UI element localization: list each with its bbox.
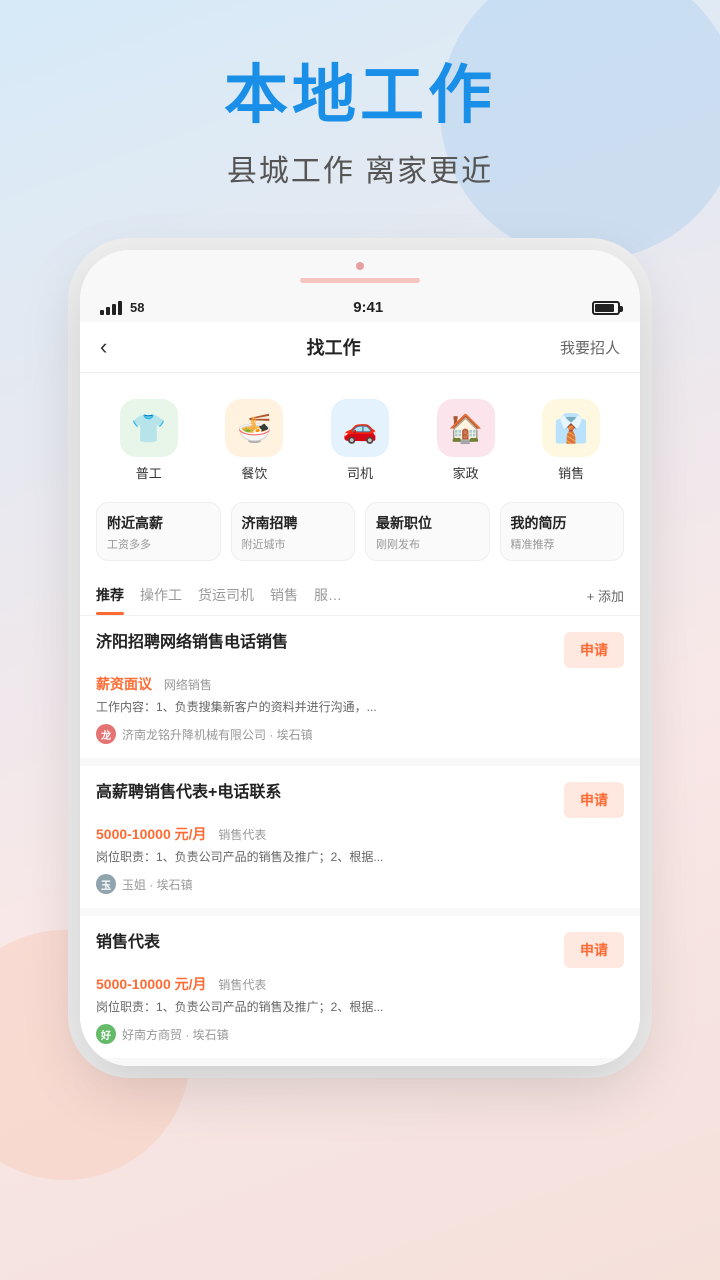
- job-salary-tag-2: 销售代表: [218, 828, 266, 842]
- job-salary-tag-1: 网络销售: [164, 678, 212, 692]
- company-avatar-2: 玉: [96, 874, 116, 894]
- job-card-3: 销售代表 申请 5000-10000 元/月 销售代表 岗位职责：1、负责公司产…: [80, 916, 640, 1066]
- quick-link-nearby-sub: 工资多多: [107, 536, 210, 552]
- quick-links: 附近高薪 工资多多 济南招聘 附近城市 最新职位 刚刚发布 我的简历 精准推荐: [80, 502, 640, 577]
- job-card-1-header: 济阳招聘网络销售电话销售 申请: [96, 632, 624, 668]
- battery-icon: [592, 301, 620, 315]
- quick-link-latest-sub: 刚刚发布: [376, 536, 479, 552]
- category-label-driver: 司机: [347, 463, 373, 482]
- job-salary-2: 5000-10000 元/月 销售代表: [96, 824, 624, 844]
- job-list: 济阳招聘网络销售电话销售 申请 薪资面议 网络销售 工作内容：1、负责搜集新客户…: [80, 616, 640, 1066]
- phone-dot: [356, 262, 364, 270]
- status-bar: 58 9:41: [80, 291, 640, 322]
- category-icon-general: 👕: [120, 399, 178, 457]
- job-card-3-header: 销售代表 申请: [96, 932, 624, 968]
- quick-link-jinan-sub: 附近城市: [242, 536, 345, 552]
- carrier-number: 58: [130, 300, 144, 315]
- job-card-2-header: 高薪聘销售代表+电话联系 申请: [96, 782, 624, 818]
- nav-bar: ‹ 找工作 我要招人: [80, 322, 640, 373]
- phone-mockup: 58 9:41 ‹ 找工作 我要招人 👕 普工: [80, 250, 640, 1066]
- quick-link-jinan[interactable]: 济南招聘 附近城市: [231, 502, 356, 561]
- signal-icon: [100, 301, 122, 315]
- quick-link-resume-sub: 精准推荐: [511, 536, 614, 552]
- job-salary-tag-3: 销售代表: [218, 978, 266, 992]
- status-time: 9:41: [353, 299, 383, 316]
- category-item-food[interactable]: 🍜 餐饮: [225, 399, 283, 482]
- nav-action-button[interactable]: 我要招人: [560, 337, 620, 358]
- category-icon-domestic: 🏠: [437, 399, 495, 457]
- category-row: 👕 普工 🍜 餐饮 🚗 司机 🏠 家政: [80, 389, 640, 502]
- job-title-2: 高薪聘销售代表+电话联系: [96, 782, 552, 804]
- category-item-sales[interactable]: 👔 销售: [542, 399, 600, 482]
- tab-add-button[interactable]: + 添加: [587, 586, 624, 615]
- company-avatar-1: 龙: [96, 724, 116, 744]
- quick-link-resume[interactable]: 我的简历 精准推荐: [500, 502, 625, 561]
- job-card-2: 高薪聘销售代表+电话联系 申请 5000-10000 元/月 销售代表 岗位职责…: [80, 766, 640, 916]
- tab-operator[interactable]: 操作工: [140, 585, 182, 615]
- phone-pill: [300, 278, 420, 283]
- job-company-1: 龙 济南龙铭升降机械有限公司 · 埃石镇: [96, 724, 624, 744]
- tabs-row: 推荐 操作工 货运司机 销售 服… + 添加: [80, 577, 640, 616]
- quick-link-nearby-title: 附近高薪: [107, 513, 210, 533]
- tab-service[interactable]: 服…: [314, 585, 342, 615]
- category-item-driver[interactable]: 🚗 司机: [331, 399, 389, 482]
- phone-mockup-wrapper: 58 9:41 ‹ 找工作 我要招人 👕 普工: [0, 250, 720, 1066]
- category-icon-food: 🍜: [225, 399, 283, 457]
- job-salary-1: 薪资面议 网络销售: [96, 674, 624, 694]
- category-label-sales: 销售: [558, 463, 584, 482]
- job-title-1: 济阳招聘网络销售电话销售: [96, 632, 552, 654]
- category-item-general[interactable]: 👕 普工: [120, 399, 178, 482]
- quick-link-resume-title: 我的简历: [511, 513, 614, 533]
- quick-link-latest[interactable]: 最新职位 刚刚发布: [365, 502, 490, 561]
- status-left: 58: [100, 300, 144, 315]
- back-button[interactable]: ‹: [100, 334, 107, 360]
- category-label-food: 餐饮: [241, 463, 267, 482]
- hero-section: 本地工作 县城工作 离家更近: [0, 0, 720, 230]
- tab-recommend[interactable]: 推荐: [96, 585, 124, 615]
- job-desc-3: 岗位职责：1、负责公司产品的销售及推广；2、根据...: [96, 998, 624, 1016]
- category-icon-driver: 🚗: [331, 399, 389, 457]
- category-label-general: 普工: [136, 463, 162, 482]
- apply-button-3[interactable]: 申请: [564, 932, 624, 968]
- hero-title: 本地工作: [0, 60, 720, 130]
- page-wrapper: 本地工作 县城工作 离家更近 58: [0, 0, 720, 1280]
- category-icon-sales: 👔: [542, 399, 600, 457]
- quick-link-nearby-highpay[interactable]: 附近高薪 工资多多: [96, 502, 221, 561]
- category-label-domestic: 家政: [453, 463, 479, 482]
- job-title-3: 销售代表: [96, 932, 552, 954]
- hero-subtitle: 县城工作 离家更近: [0, 146, 720, 190]
- nav-title: 找工作: [307, 334, 361, 360]
- job-salary-3: 5000-10000 元/月 销售代表: [96, 974, 624, 994]
- job-desc-2: 岗位职责：1、负责公司产品的销售及推广；2、根据...: [96, 848, 624, 866]
- tab-sales[interactable]: 销售: [270, 585, 298, 615]
- company-avatar-3: 好: [96, 1024, 116, 1044]
- job-company-2: 玉 玉姐 · 埃石镇: [96, 874, 624, 894]
- job-card-1: 济阳招聘网络销售电话销售 申请 薪资面议 网络销售 工作内容：1、负责搜集新客户…: [80, 616, 640, 766]
- quick-link-jinan-title: 济南招聘: [242, 513, 345, 533]
- quick-link-latest-title: 最新职位: [376, 513, 479, 533]
- job-desc-1: 工作内容：1、负责搜集新客户的资料并进行沟通，...: [96, 698, 624, 716]
- tab-freight-driver[interactable]: 货运司机: [198, 585, 254, 615]
- phone-notch-area: [80, 250, 640, 291]
- category-item-domestic[interactable]: 🏠 家政: [437, 399, 495, 482]
- battery-fill: [595, 304, 614, 312]
- job-company-3: 好 好南方商贸 · 埃石镇: [96, 1024, 624, 1044]
- apply-button-2[interactable]: 申请: [564, 782, 624, 818]
- apply-button-1[interactable]: 申请: [564, 632, 624, 668]
- phone-content: 👕 普工 🍜 餐饮 🚗 司机 🏠 家政: [80, 373, 640, 1066]
